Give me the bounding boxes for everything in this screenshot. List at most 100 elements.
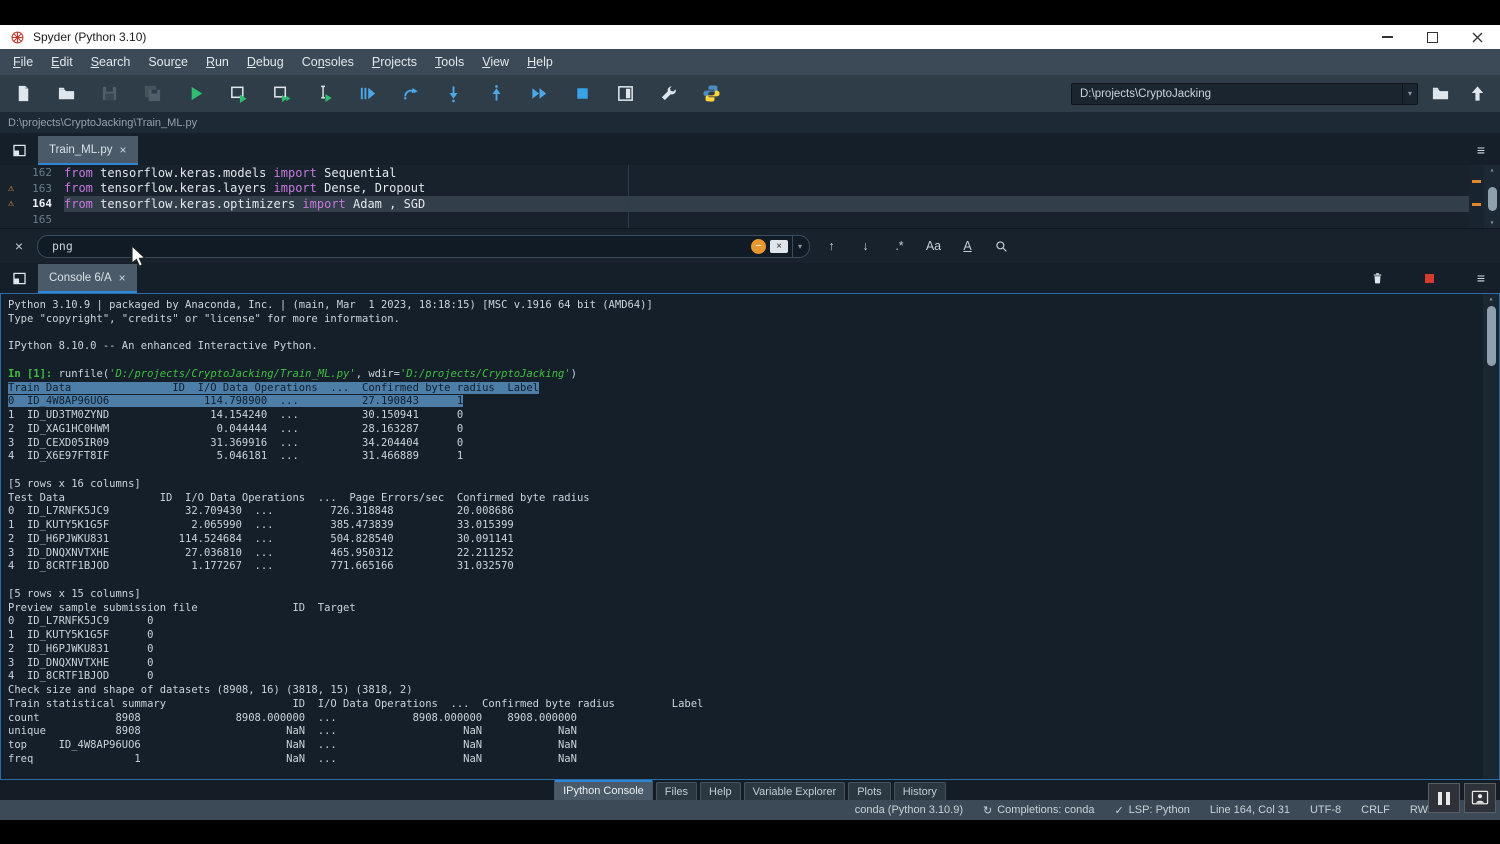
- run-cell-advance-button[interactable]: [266, 80, 296, 108]
- editor-options-menu-icon[interactable]: ≡: [1468, 139, 1494, 161]
- menu-item-help[interactable]: Help: [518, 52, 562, 72]
- run-cell-button[interactable]: [223, 80, 253, 108]
- console-line: [8, 574, 1499, 588]
- console-tab[interactable]: Console 6/A ×: [38, 264, 137, 293]
- main-toolbar: D:\projects\CryptoJacking ▾: [0, 75, 1500, 112]
- pane-tab-files[interactable]: Files: [656, 782, 697, 800]
- highlight-matches-icon[interactable]: [989, 235, 1014, 257]
- scroll-down-icon[interactable]: ▾: [1490, 218, 1495, 228]
- webcam-preview-button[interactable]: [1464, 783, 1496, 813]
- console-line: 0 ID_L7RNFK5JC9 32.709430 ... 726.318848…: [8, 505, 1499, 519]
- parent-directory-button[interactable]: [1462, 80, 1492, 108]
- clear-search-icon[interactable]: ×: [770, 240, 788, 253]
- line-number: 162: [22, 166, 64, 179]
- editor-line-163[interactable]: ⚠163from tensorflow.keras.layers import …: [0, 181, 1500, 197]
- editor-line-164[interactable]: ⚠164from tensorflow.keras.optimizers imp…: [0, 196, 1500, 212]
- completions-icon: ↻: [983, 804, 992, 817]
- find-next-icon[interactable]: ↓: [853, 235, 878, 257]
- menu-item-edit[interactable]: Edit: [42, 52, 82, 72]
- run-selection-button[interactable]: [309, 80, 339, 108]
- pane-tab-ipython-console[interactable]: IPython Console: [554, 780, 653, 800]
- editor-scrollbar-thumb[interactable]: [1488, 187, 1497, 211]
- whole-word-toggle-icon[interactable]: A: [955, 235, 980, 257]
- step-return-button[interactable]: [481, 80, 511, 108]
- open-file-button[interactable]: [51, 80, 81, 108]
- console-line: 2 ID_H6PJWKU831 114.524684 ... 504.82854…: [8, 533, 1499, 547]
- scroll-up-icon[interactable]: ▴: [1489, 294, 1494, 304]
- editor-scrollbar[interactable]: ▴ ▾: [1484, 165, 1500, 228]
- console-line: Python 3.10.9 | packaged by Anaconda, In…: [8, 299, 1499, 313]
- continue-execution-button[interactable]: [524, 80, 554, 108]
- browse-working-directory-button[interactable]: [1425, 80, 1455, 108]
- step-into-button[interactable]: [438, 80, 468, 108]
- menu-item-search[interactable]: Search: [82, 52, 140, 72]
- pause-recording-button[interactable]: [1428, 783, 1460, 813]
- minimize-button[interactable]: [1365, 25, 1410, 49]
- pane-tab-history[interactable]: History: [894, 782, 946, 800]
- scroll-up-icon[interactable]: ▴: [1490, 165, 1495, 175]
- close-button[interactable]: [1455, 25, 1500, 49]
- menu-item-projects[interactable]: Projects: [363, 52, 426, 72]
- recorder-overlay: [1428, 783, 1496, 813]
- spyder-logo-icon: [10, 30, 25, 45]
- search-history-caret-icon[interactable]: ▾: [792, 236, 802, 257]
- working-directory-caret-icon[interactable]: ▾: [1402, 84, 1417, 104]
- working-directory-combobox[interactable]: D:\projects\CryptoJacking ▾: [1071, 83, 1418, 105]
- status-text: CRLF: [1361, 804, 1390, 816]
- menu-item-consoles[interactable]: Consoles: [293, 52, 363, 72]
- editor-gutter: 162: [0, 165, 64, 181]
- pane-tab-help[interactable]: Help: [700, 782, 741, 800]
- menu-item-debug[interactable]: Debug: [238, 52, 293, 72]
- menu-item-view[interactable]: View: [473, 52, 518, 72]
- pane-tab-variable-explorer[interactable]: Variable Explorer: [744, 782, 846, 800]
- menu-item-tools[interactable]: Tools: [426, 52, 473, 72]
- status-text: RW: [1410, 804, 1428, 816]
- find-previous-icon[interactable]: ↑: [819, 235, 844, 257]
- pane-tab-plots[interactable]: Plots: [848, 782, 890, 800]
- find-input[interactable]: [50, 238, 747, 254]
- console-options-menu-icon[interactable]: ≡: [1468, 267, 1494, 289]
- warning-flag[interactable]: [1472, 203, 1481, 206]
- browse-tabs-icon[interactable]: [6, 138, 32, 162]
- editor-gutter: ⚠163: [0, 181, 64, 197]
- interrupt-kernel-icon[interactable]: [1416, 267, 1442, 289]
- menu-item-run[interactable]: Run: [197, 52, 238, 72]
- console-line: Type "copyright", "credits" or "license"…: [8, 313, 1499, 327]
- console-pane: Console 6/A × ≡ Python 3.10.9 | packaged…: [0, 263, 1500, 780]
- new-file-button[interactable]: [8, 80, 38, 108]
- menu-item-file[interactable]: File: [4, 52, 42, 72]
- tab-close-icon[interactable]: ×: [119, 271, 126, 285]
- case-sensitive-toggle-icon[interactable]: Aa: [921, 235, 946, 257]
- menu-item-source[interactable]: Source: [139, 52, 197, 72]
- editor-line-165[interactable]: 165: [0, 212, 1500, 228]
- maximize-pane-button[interactable]: [610, 80, 640, 108]
- tab-close-icon[interactable]: ×: [120, 143, 127, 157]
- browse-tabs-icon[interactable]: [6, 266, 32, 290]
- code-editor[interactable]: 162from tensorflow.keras.models import S…: [0, 165, 1500, 228]
- editor-tab-train-ml[interactable]: Train_ML.py ×: [38, 136, 138, 165]
- find-close-icon[interactable]: ×: [10, 238, 28, 254]
- editor-line-162[interactable]: 162from tensorflow.keras.models import S…: [0, 165, 1500, 181]
- maximize-button[interactable]: [1410, 25, 1455, 49]
- python-env-button[interactable]: [696, 80, 726, 108]
- save-all-button[interactable]: [137, 80, 167, 108]
- find-input-wrapper: − × ▾: [37, 235, 810, 258]
- regex-toggle-icon[interactable]: .*: [887, 235, 912, 257]
- debug-file-button[interactable]: [352, 80, 382, 108]
- warning-flag[interactable]: [1472, 180, 1481, 183]
- preferences-button[interactable]: [653, 80, 683, 108]
- remove-all-variables-icon[interactable]: [1364, 267, 1390, 289]
- ipython-console-output[interactable]: Python 3.10.9 | packaged by Anaconda, In…: [0, 293, 1500, 780]
- stop-debugging-button[interactable]: [567, 80, 597, 108]
- status-text: Completions: conda: [997, 804, 1094, 816]
- run-current-line-button[interactable]: [395, 80, 425, 108]
- line-number: 165: [22, 213, 64, 226]
- console-line: 3 ID_CEXD05IR09 31.369916 ... 34.204404 …: [8, 437, 1499, 451]
- run-file-button[interactable]: [180, 80, 210, 108]
- console-scrollbar-thumb[interactable]: [1487, 306, 1496, 366]
- status-lsp: ✓LSP: Python: [1114, 804, 1189, 817]
- console-scrollbar[interactable]: ▴: [1483, 294, 1499, 779]
- menu-bar: FileEditSearchSourceRunDebugConsolesProj…: [0, 49, 1500, 75]
- save-file-button[interactable]: [94, 80, 124, 108]
- console-line: 3 ID_DNQXNVTXHE 0: [8, 657, 1499, 671]
